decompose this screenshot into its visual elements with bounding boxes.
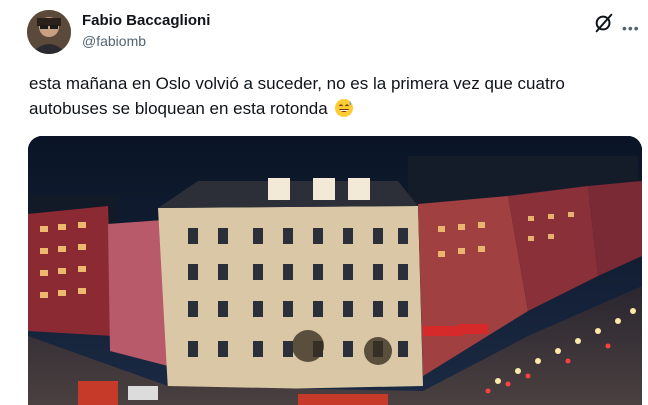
author-handle[interactable]: @fabiomb (82, 33, 146, 49)
grinning-sweat-emoji-icon (335, 99, 354, 117)
photo-night-street-buses-roundabout-icon (28, 136, 642, 405)
author-name[interactable]: Fabio Baccaglioni (82, 12, 210, 29)
more-icon[interactable]: ••• (622, 20, 640, 36)
tweet-body: esta mañana en Oslo volvió a suceder, no… (29, 74, 565, 118)
tweet-text: esta mañana en Oslo volvió a suceder, no… (29, 71, 629, 121)
grok-icon[interactable] (593, 12, 615, 34)
tweet-photo[interactable] (28, 136, 642, 405)
avatar[interactable] (27, 10, 71, 54)
